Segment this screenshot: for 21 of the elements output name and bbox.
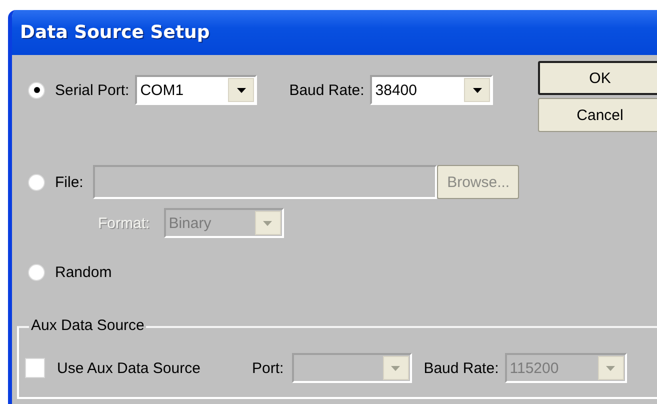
dialog-button[interactable]: Cancel [538,98,657,132]
dialog-button[interactable]: OK [538,61,657,95]
dropdown-arrow-icon [263,220,272,226]
port-label: Port: [252,360,284,376]
radio-button[interactable] [28,82,45,98]
serial-port-label: Serial Port: [55,82,130,98]
file-label: File: [55,174,84,190]
window-title: Data Source Setup [12,10,657,55]
dropdown-arrow-icon [472,88,482,92]
use-aux-label: Use Aux Data Source [57,360,202,376]
radio-button[interactable] [28,264,45,280]
radio-button[interactable] [28,174,45,190]
dropdown-arrow-icon [606,366,616,370]
dropdown-arrow-icon [236,88,246,92]
aux-baud-rate-label: Baud Rate: [424,360,499,376]
checkbox[interactable] [25,358,45,378]
random-label: Random [55,264,112,280]
serial-port-dropdown[interactable]: COM1 [135,75,258,105]
baud-rate-dropdown[interactable]: 38400 [370,75,494,105]
dropdown-arrow-icon [391,366,400,370]
baud-rate-label: Baud Rate: [289,82,364,98]
